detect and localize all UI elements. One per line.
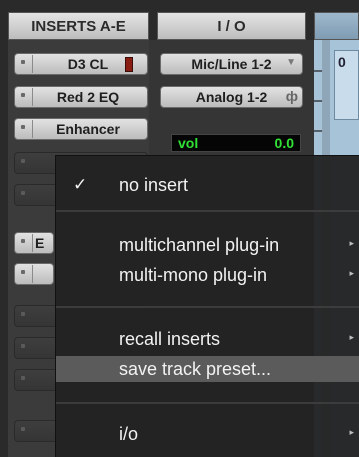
submenu-arrow-icon: ▸ xyxy=(349,427,354,437)
mixer-window: 0 INSERTS A-E I / O D3 CL Red 2 EQ Enhan… xyxy=(0,0,359,457)
insert-slot-c[interactable]: Enhancer xyxy=(14,118,148,140)
volume-label: vol xyxy=(178,135,199,151)
menu-item-io[interactable]: i/o ▸ xyxy=(56,421,359,447)
slot-bypass-dot[interactable] xyxy=(21,93,25,97)
track-glyph: 0 xyxy=(338,54,346,70)
track-header xyxy=(314,12,359,40)
output-label: Analog 1-2 xyxy=(195,89,268,105)
slot-bypass-dot[interactable] xyxy=(21,191,25,195)
menu-separator xyxy=(56,402,359,404)
slot-bypass-dot[interactable] xyxy=(21,427,25,431)
slot-bypass-dot[interactable] xyxy=(21,159,25,163)
send-slot-b[interactable] xyxy=(14,263,54,285)
ruler-tick xyxy=(314,130,322,132)
volume-display[interactable]: vol 0.0 xyxy=(171,134,301,152)
slot-bypass-dot[interactable] xyxy=(21,60,25,64)
menu-item-label: save track preset... xyxy=(119,359,272,379)
menu-item-label: multichannel plug-in xyxy=(119,235,280,255)
menu-item-save-track-preset[interactable]: save track preset... xyxy=(56,356,359,382)
send-slot-a[interactable]: E xyxy=(14,232,54,254)
io-header: I / O xyxy=(157,12,306,40)
insert-label: Red 2 EQ xyxy=(56,89,120,105)
menu-separator xyxy=(56,210,359,212)
menu-separator xyxy=(56,306,359,308)
insert-label-partial: E xyxy=(35,235,45,251)
ruler-tick xyxy=(314,70,322,72)
menu-item-label: recall inserts xyxy=(119,329,221,349)
input-selector[interactable]: Mic/Line 1-2 ▼ xyxy=(160,53,303,75)
slot-bypass-dot[interactable] xyxy=(21,239,25,243)
output-pin-icon: ф xyxy=(285,88,298,104)
slot-divider xyxy=(32,265,33,283)
slot-bypass-dot[interactable] xyxy=(21,312,25,316)
volume-value: 0.0 xyxy=(274,135,294,151)
insert-meter xyxy=(125,57,133,72)
submenu-arrow-icon: ▸ xyxy=(349,268,354,278)
menu-item-multichannel-plugin[interactable]: multichannel plug-in ▸ xyxy=(56,232,359,258)
menu-item-label: i/o xyxy=(119,424,139,444)
insert-slot-b[interactable]: Red 2 EQ xyxy=(14,86,148,108)
submenu-arrow-icon: ▸ xyxy=(349,238,354,248)
ruler-tick xyxy=(314,100,322,102)
checkmark-icon: ✓ xyxy=(73,175,88,194)
menu-item-multi-mono-plugin[interactable]: multi-mono plug-in ▸ xyxy=(56,262,359,288)
input-label: Mic/Line 1-2 xyxy=(191,56,272,72)
menu-item-label: no insert xyxy=(119,175,189,195)
insert-popup-menu: ✓ no insert multichannel plug-in ▸ multi… xyxy=(55,155,359,457)
menu-item-recall-inserts[interactable]: recall inserts ▸ xyxy=(56,326,359,352)
insert-label: Enhancer xyxy=(56,121,120,137)
menu-item-no-insert[interactable]: ✓ no insert xyxy=(56,172,359,198)
output-selector[interactable]: Analog 1-2 ф xyxy=(160,86,303,108)
insert-slot-a[interactable]: D3 CL xyxy=(14,53,148,75)
menu-item-label: multi-mono plug-in xyxy=(119,265,268,285)
slot-bypass-dot[interactable] xyxy=(21,270,25,274)
slot-bypass-dot[interactable] xyxy=(21,376,25,380)
dropdown-arrow-icon: ▼ xyxy=(286,57,296,68)
slot-bypass-dot[interactable] xyxy=(21,125,25,129)
slot-bypass-dot[interactable] xyxy=(21,344,25,348)
inserts-header: INSERTS A-E xyxy=(8,12,149,40)
submenu-arrow-icon: ▸ xyxy=(349,332,354,342)
